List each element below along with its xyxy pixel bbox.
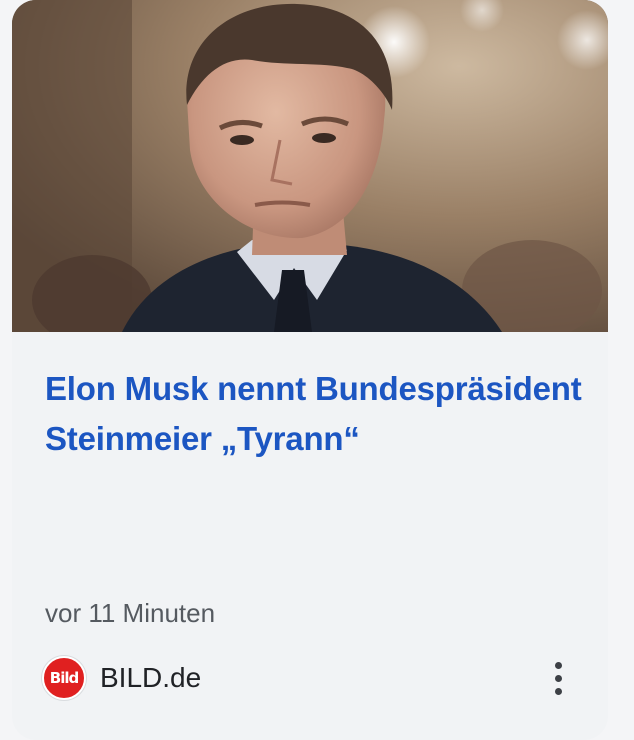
source-row[interactable]: Bild BILD.de (42, 656, 201, 700)
article-title[interactable]: Elon Musk nennt Bundespräsident Steinmei… (45, 364, 600, 464)
bild-logo: Bild (42, 656, 86, 700)
more-options-button[interactable] (540, 656, 576, 700)
more-vert-icon (554, 687, 562, 695)
article-time: vor 11 Minuten (45, 598, 216, 628)
article-image[interactable] (12, 0, 608, 332)
source-name: BILD.de (100, 662, 202, 693)
more-vert-icon (554, 674, 562, 682)
news-card[interactable]: Elon Musk nennt Bundespräsident Steinmei… (12, 0, 608, 740)
more-vert-icon (554, 661, 562, 669)
bild-logo-text: Bild (49, 669, 79, 687)
